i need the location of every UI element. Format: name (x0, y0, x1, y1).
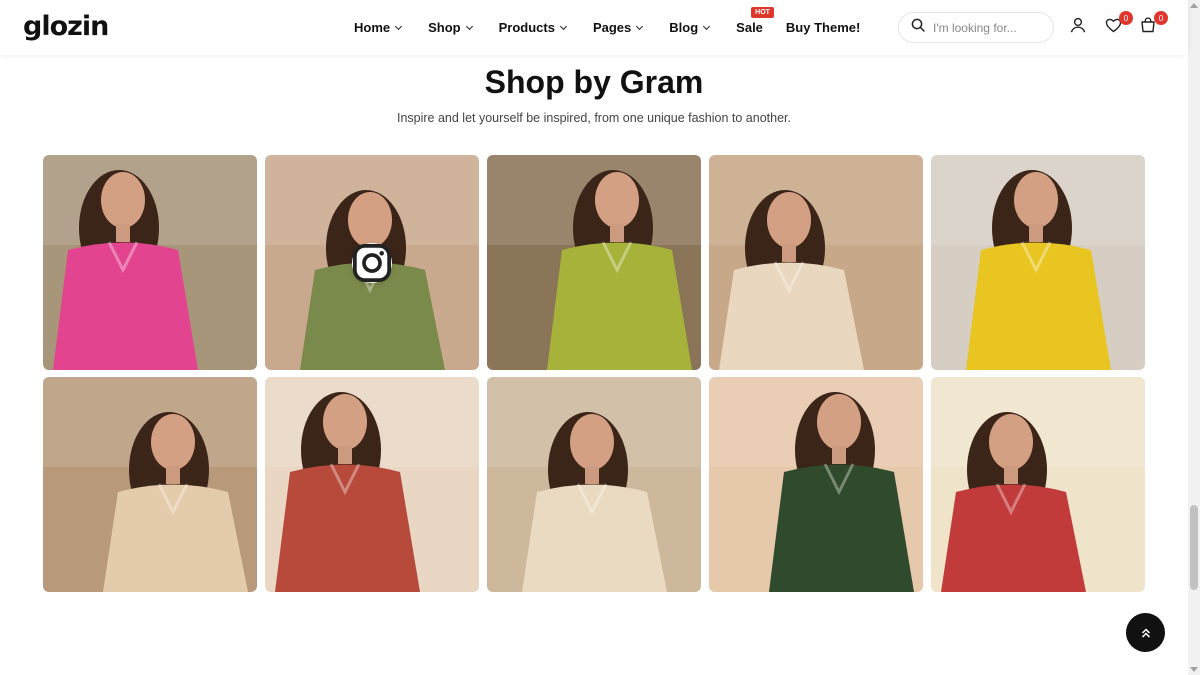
nav-item-sale[interactable]: HOT Sale (736, 7, 774, 35)
nav-item-buy-theme[interactable]: Buy Theme! (786, 20, 860, 35)
nav-label: Shop (428, 20, 461, 35)
cart-icon[interactable]: 0 (1140, 11, 1168, 37)
chevron-down-icon (703, 22, 711, 30)
nav-label: Products (498, 20, 555, 35)
nav-label: Sale (736, 20, 763, 35)
scroll-thumb[interactable] (1190, 505, 1198, 590)
instagram-gallery (43, 155, 1145, 592)
site-header: glozin Home Shop Products Pages Blog HOT… (0, 0, 1188, 55)
hot-badge: HOT (751, 7, 774, 18)
section-title: Shop by Gram (484, 64, 704, 100)
account-icon[interactable] (1070, 17, 1090, 37)
nav-item-pages[interactable]: Pages (592, 20, 644, 35)
nav-label: Home (354, 20, 391, 35)
nav-label: Pages (592, 20, 632, 35)
search-icon[interactable] (911, 18, 925, 37)
nav-item-blog[interactable]: Blog (669, 20, 711, 35)
nav-label: Blog (669, 20, 699, 35)
nav-item-shop[interactable]: Shop (428, 20, 473, 35)
nav-item-products[interactable]: Products (498, 20, 568, 35)
instagram-icon (353, 244, 391, 282)
cart-count-badge: 0 (1154, 11, 1168, 25)
gallery-image[interactable] (43, 155, 257, 370)
nav-item-home[interactable]: Home (354, 20, 403, 35)
gallery-image[interactable] (487, 377, 701, 592)
chevron-down-icon (465, 22, 473, 30)
scroll-up-arrow-icon[interactable] (1190, 3, 1198, 8)
gallery-image[interactable] (709, 377, 923, 592)
chevron-down-icon (636, 22, 644, 30)
wishlist-icon[interactable]: 0 (1105, 11, 1133, 37)
search-input[interactable] (933, 20, 1043, 35)
chevron-down-icon (395, 22, 403, 30)
nav-label: Buy Theme! (785, 20, 861, 35)
gallery-image[interactable] (931, 377, 1145, 592)
scroll-down-arrow-icon[interactable] (1190, 667, 1198, 672)
gallery-image[interactable] (931, 155, 1145, 370)
gallery-image[interactable] (487, 155, 701, 370)
gallery-image[interactable] (265, 377, 479, 592)
double-chevron-up-icon (1141, 627, 1150, 638)
gallery-image[interactable] (265, 155, 479, 370)
scroll-to-top-button[interactable] (1126, 613, 1165, 652)
search-box[interactable] (898, 12, 1054, 43)
instagram-button[interactable] (352, 243, 392, 283)
main-nav: Home Shop Products Pages Blog HOT Sale B… (354, 0, 887, 55)
chevron-down-icon (559, 22, 568, 30)
logo[interactable]: glozin (23, 11, 109, 42)
wishlist-count-badge: 0 (1119, 11, 1133, 25)
gallery-image[interactable] (709, 155, 923, 370)
page-scrollbar[interactable] (1188, 0, 1200, 675)
gallery-image[interactable] (43, 377, 257, 592)
section-subtitle: Inspire and let yourself be inspired, fr… (396, 111, 791, 125)
